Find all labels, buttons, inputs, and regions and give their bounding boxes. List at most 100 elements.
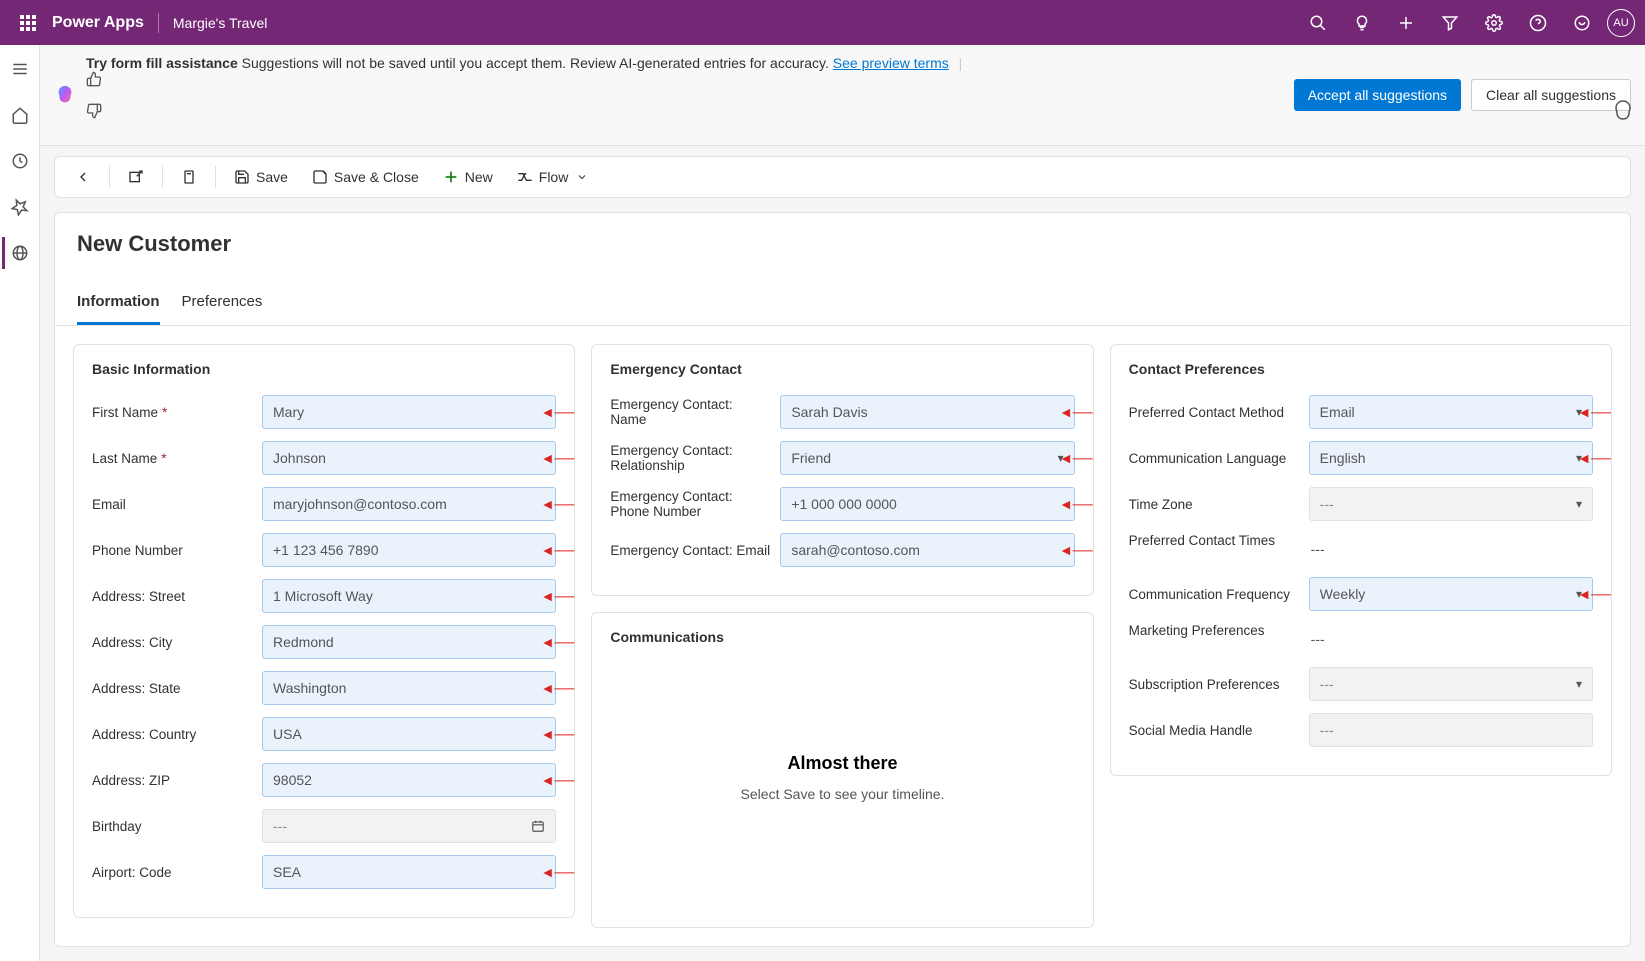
filter-icon[interactable] — [1431, 4, 1469, 42]
field-label: Preferred Contact Times — [1129, 533, 1309, 548]
field-label: Address: Country — [92, 727, 262, 742]
section-contact-prefs: Contact Preferences Preferred Contact Me… — [1110, 344, 1612, 776]
pref-method-select[interactable]: Email▾ — [1309, 395, 1593, 429]
field-label: Email — [92, 497, 262, 512]
ec-relationship-select[interactable]: Friend▾ — [780, 441, 1074, 475]
required-indicator: * — [162, 405, 167, 420]
section-title: Communications — [610, 629, 1074, 645]
country-input[interactable] — [262, 717, 556, 751]
open-button[interactable] — [118, 163, 154, 191]
clear-all-button[interactable]: Clear all suggestions — [1471, 79, 1631, 111]
search-icon[interactable] — [1299, 4, 1337, 42]
field-label: Social Media Handle — [1129, 723, 1309, 738]
timeline-empty-title: Almost there — [620, 753, 1064, 774]
street-input[interactable] — [262, 579, 556, 613]
first-name-input[interactable] — [262, 395, 556, 429]
accept-all-button[interactable]: Accept all suggestions — [1294, 79, 1461, 111]
pref-times-value[interactable]: --- — [1309, 533, 1593, 565]
form-page: New Customer Information Preferences Bas… — [54, 212, 1631, 947]
entity-icon[interactable] — [2, 237, 34, 269]
assign-button[interactable] — [171, 163, 207, 191]
tab-information[interactable]: Information — [77, 283, 160, 325]
chevron-down-icon: ▾ — [1058, 451, 1064, 465]
lightbulb-icon[interactable] — [1343, 4, 1381, 42]
hamburger-icon[interactable] — [4, 53, 36, 85]
app-name-label: Margie's Travel — [173, 15, 267, 31]
flow-button[interactable]: Flow — [507, 163, 601, 191]
field-label: Address: City — [92, 635, 262, 650]
new-button[interactable]: New — [433, 163, 503, 191]
field-label: Address: ZIP — [92, 773, 262, 788]
copilot-toggle-button[interactable] — [1611, 99, 1635, 123]
field-label: Communication Frequency — [1129, 587, 1309, 602]
state-input[interactable] — [262, 671, 556, 705]
settings-icon[interactable] — [1475, 4, 1513, 42]
help-icon[interactable] — [1519, 4, 1557, 42]
copilot-icon — [54, 84, 76, 106]
chevron-down-icon: ▾ — [1576, 405, 1582, 419]
banner-text: Try form fill assistance Suggestions wil… — [86, 55, 970, 135]
field-label: Emergency Contact: Phone Number — [610, 489, 780, 519]
thumbs-down-button[interactable] — [86, 103, 970, 119]
section-title: Contact Preferences — [1129, 361, 1593, 377]
home-icon[interactable] — [4, 99, 36, 131]
pinned-icon[interactable] — [4, 191, 36, 223]
waffle-icon — [20, 15, 36, 31]
preview-terms-link[interactable]: See preview terms — [833, 55, 949, 71]
tab-preferences[interactable]: Preferences — [182, 283, 263, 325]
city-input[interactable] — [262, 625, 556, 659]
last-name-input[interactable] — [262, 441, 556, 475]
command-bar: Save Save & Close New Flow — [54, 156, 1631, 198]
field-label: Emergency Contact: Email — [610, 543, 780, 558]
pref-marketing-value[interactable]: --- — [1309, 623, 1593, 655]
field-label: Birthday — [92, 819, 262, 834]
pref-freq-select[interactable]: Weekly▾ — [1309, 577, 1593, 611]
field-label: Emergency Contact: Name — [610, 397, 780, 427]
field-label: Address: State — [92, 681, 262, 696]
ec-name-input[interactable] — [780, 395, 1074, 429]
chevron-down-icon — [574, 169, 590, 185]
field-label: Marketing Preferences — [1129, 623, 1309, 638]
user-avatar[interactable]: AU — [1607, 9, 1635, 37]
ec-email-input[interactable] — [780, 533, 1074, 567]
pref-social-input[interactable]: --- — [1309, 713, 1593, 747]
thumbs-up-button[interactable] — [86, 71, 970, 87]
field-label: Communication Language — [1129, 451, 1309, 466]
chevron-down-icon: ▾ — [1576, 497, 1582, 511]
required-indicator: * — [161, 451, 166, 466]
field-label: Phone Number — [92, 543, 262, 558]
field-label: First Name — [92, 405, 158, 420]
ai-suggestion-banner: Try form fill assistance Suggestions wil… — [40, 45, 1645, 146]
pref-lang-select[interactable]: English▾ — [1309, 441, 1593, 475]
pref-subs-select[interactable]: ---▾ — [1309, 667, 1593, 701]
birthday-input[interactable]: --- — [262, 809, 556, 843]
assistant-icon[interactable] — [1563, 4, 1601, 42]
airport-input[interactable] — [262, 855, 556, 889]
left-nav-rail — [0, 45, 40, 961]
section-title: Emergency Contact — [610, 361, 1074, 377]
chevron-down-icon: ▾ — [1576, 677, 1582, 691]
pref-tz-select[interactable]: ---▾ — [1309, 487, 1593, 521]
section-communications: Communications Almost there Select Save … — [591, 612, 1093, 928]
recent-icon[interactable] — [4, 145, 36, 177]
calendar-icon — [531, 819, 545, 833]
zip-input[interactable] — [262, 763, 556, 797]
save-button[interactable]: Save — [224, 163, 298, 191]
global-header: Power Apps Margie's Travel AU — [0, 0, 1645, 45]
brand-label: Power Apps — [52, 14, 144, 32]
chevron-down-icon: ▾ — [1576, 587, 1582, 601]
app-launcher-button[interactable] — [10, 5, 46, 41]
field-label: Last Name — [92, 451, 157, 466]
divider — [158, 13, 159, 33]
save-close-button[interactable]: Save & Close — [302, 163, 429, 191]
tab-bar: Information Preferences — [55, 283, 1630, 326]
section-title: Basic Information — [92, 361, 556, 377]
add-icon[interactable] — [1387, 4, 1425, 42]
section-basic-info: Basic Information First Name* ◄── Last N… — [73, 344, 575, 918]
ec-phone-input[interactable] — [780, 487, 1074, 521]
email-input[interactable] — [262, 487, 556, 521]
phone-input[interactable] — [262, 533, 556, 567]
field-label: Preferred Contact Method — [1129, 405, 1309, 420]
section-emergency: Emergency Contact Emergency Contact: Nam… — [591, 344, 1093, 596]
back-button[interactable] — [65, 163, 101, 191]
